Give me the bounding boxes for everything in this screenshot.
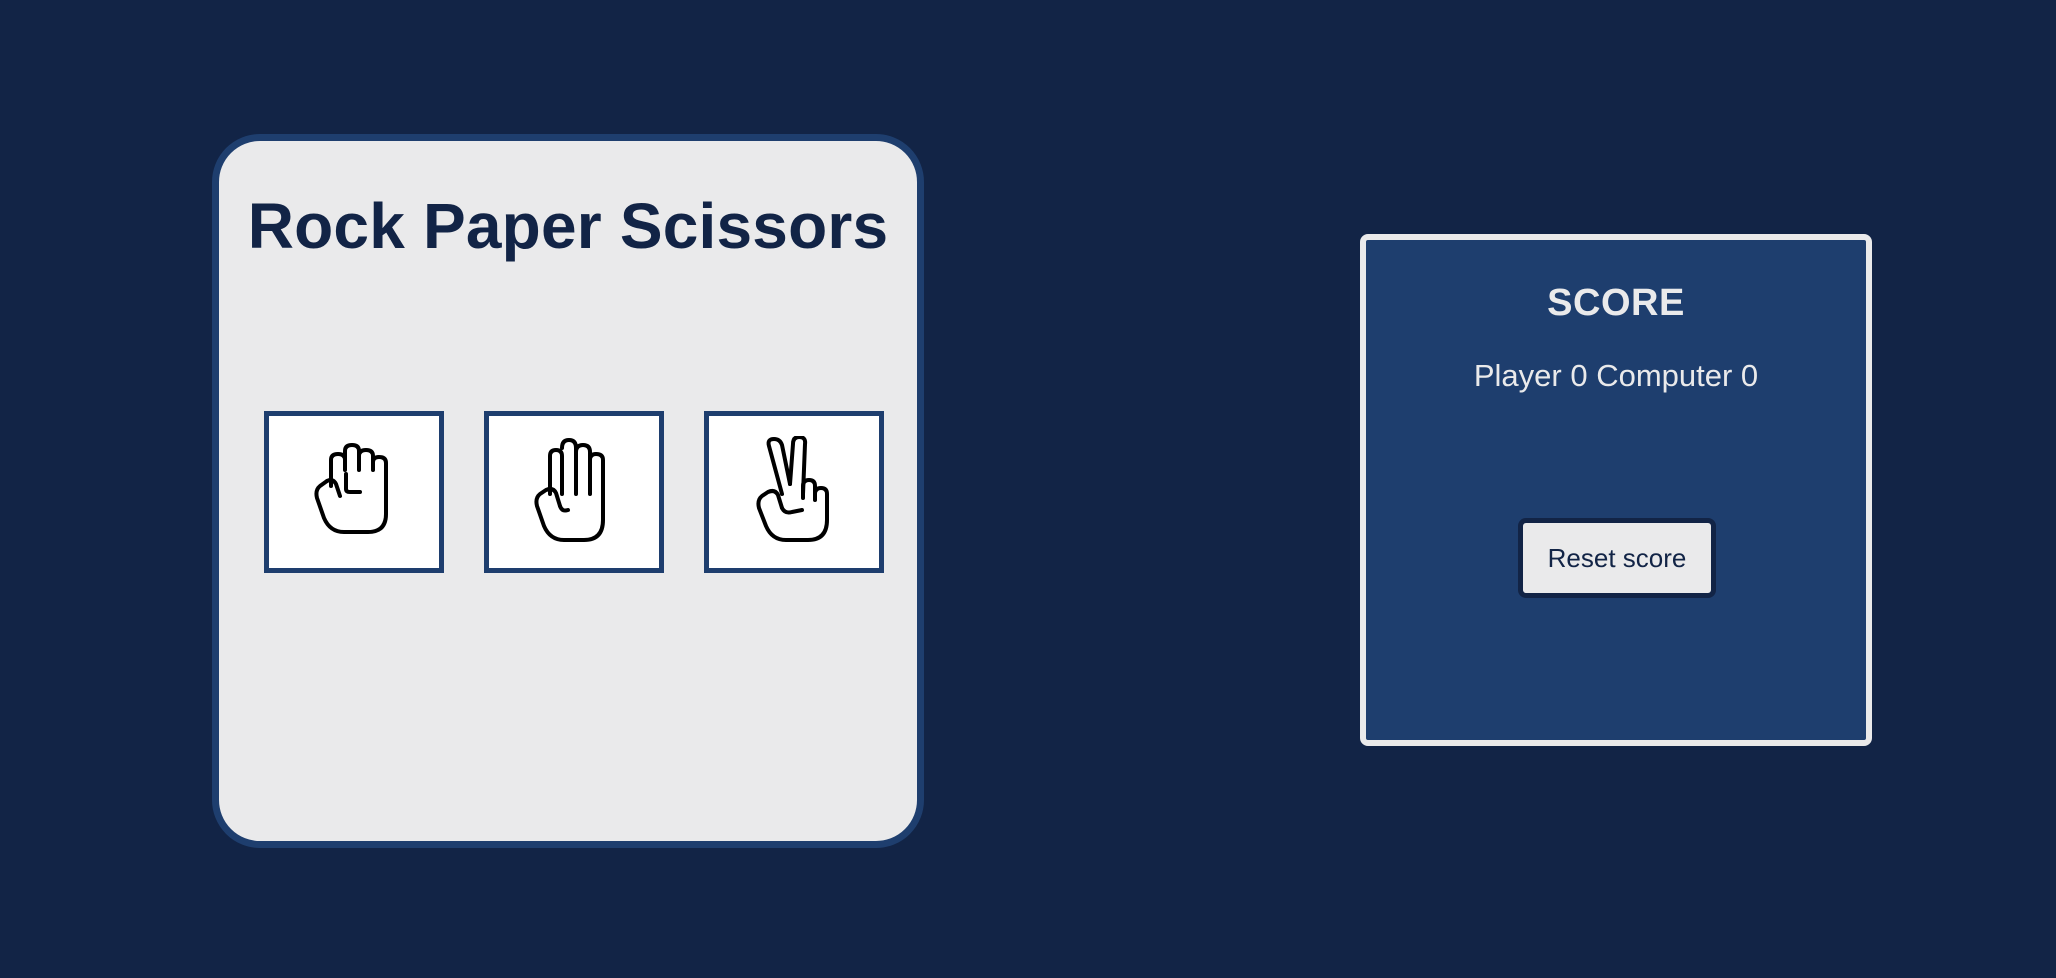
reset-score-button[interactable]: Reset score (1518, 518, 1716, 598)
rock-button[interactable] (264, 411, 444, 573)
game-panel: Rock Paper Scissors (212, 134, 924, 848)
paper-button[interactable] (484, 411, 664, 573)
player-label: Player (1473, 358, 1562, 393)
open-hand-icon (534, 438, 605, 542)
fist-hand-icon (314, 443, 388, 534)
score-heading: SCORE (1547, 282, 1685, 324)
score-line: Player 0 Computer 0 (1366, 358, 1866, 394)
player-score: 0 (1570, 358, 1588, 393)
page-title: Rock Paper Scissors (247, 190, 889, 262)
scissors-button[interactable] (704, 411, 884, 573)
peace-hand-icon (756, 436, 829, 542)
score-panel: SCORE Player 0 Computer 0 Reset score (1360, 234, 1872, 746)
computer-label: Computer (1596, 358, 1733, 393)
computer-score: 0 (1740, 358, 1759, 393)
